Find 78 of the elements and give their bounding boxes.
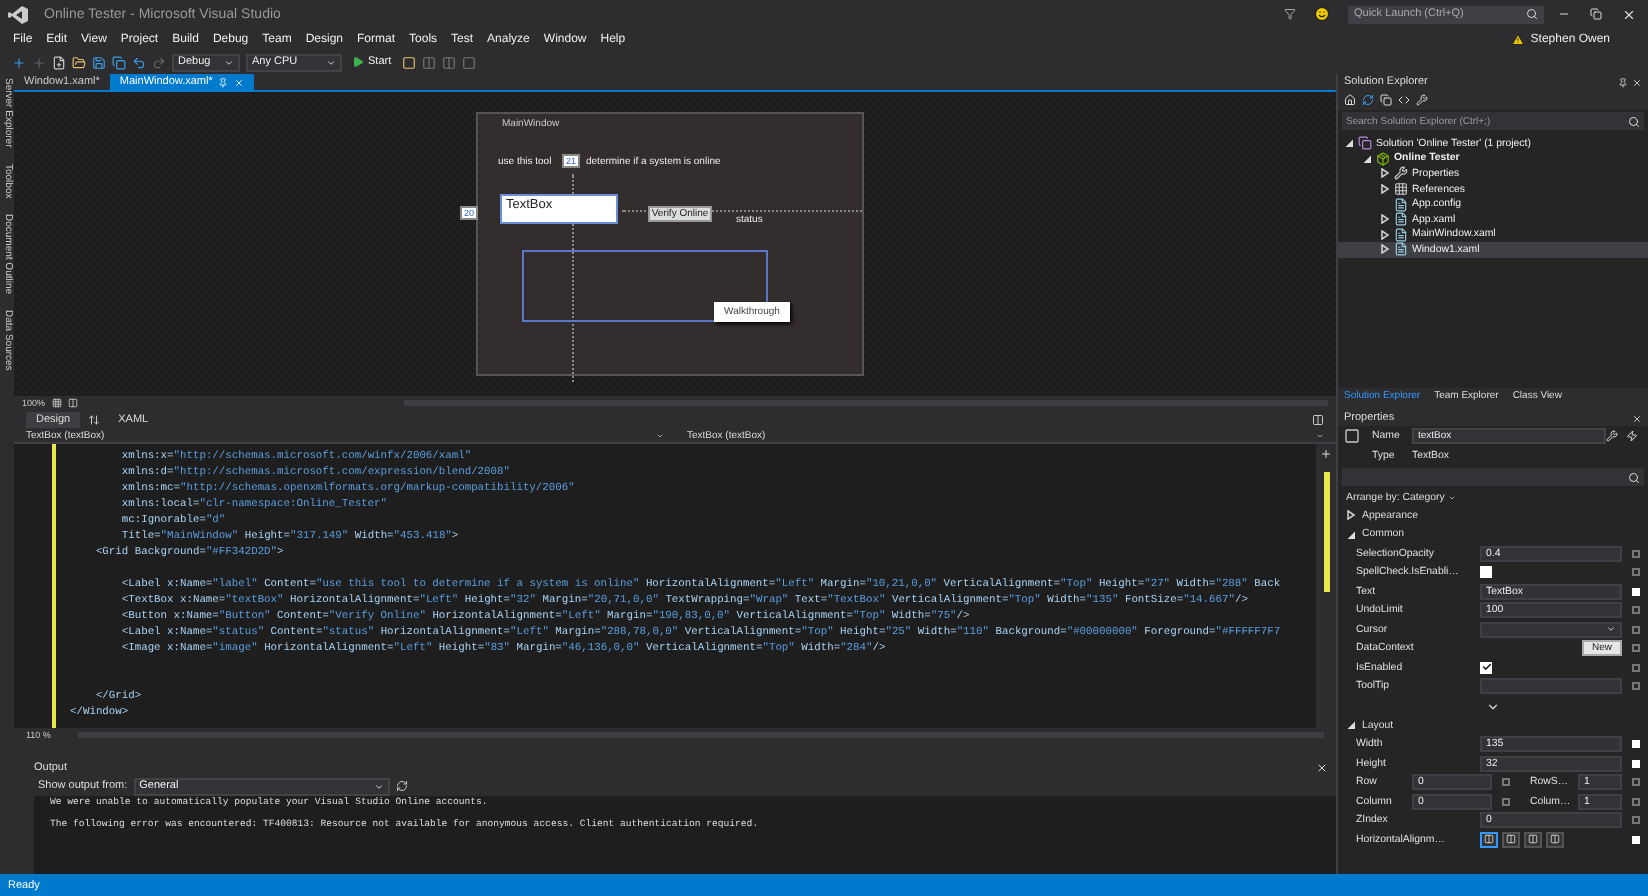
collapsed-arrow-icon[interactable] <box>1380 168 1390 179</box>
add-icon[interactable] <box>1320 448 1332 460</box>
copy-icon[interactable] <box>1380 94 1392 106</box>
pin-icon[interactable] <box>1618 77 1628 87</box>
save-icon[interactable] <box>92 55 106 69</box>
new-file-icon[interactable] <box>52 55 66 69</box>
caret-icon[interactable] <box>224 57 234 67</box>
textbox-icon[interactable] <box>1344 428 1360 444</box>
value-marker[interactable] <box>1632 663 1640 672</box>
collapsed-arrow-icon[interactable] <box>1346 510 1356 521</box>
events-icon[interactable] <box>1626 430 1638 442</box>
expanded-arrow-icon[interactable] <box>1362 153 1372 164</box>
file-icon[interactable] <box>1394 212 1408 227</box>
value-marker[interactable] <box>1632 549 1640 558</box>
scrollbar[interactable] <box>1323 472 1329 592</box>
solution-icon[interactable] <box>1358 136 1372 151</box>
value-marker[interactable] <box>1632 606 1640 615</box>
value-marker[interactable] <box>1502 797 1510 806</box>
alignment-button[interactable] <box>1546 831 1564 848</box>
align-center-icon[interactable] <box>441 55 456 69</box>
home-icon[interactable] <box>1344 94 1356 106</box>
expanded-arrow-icon[interactable] <box>1346 720 1356 731</box>
collapsed-arrow-icon[interactable] <box>1380 229 1390 240</box>
play-icon[interactable] <box>352 56 364 68</box>
checkbox[interactable] <box>1480 566 1492 579</box>
file-icon[interactable] <box>1394 197 1408 212</box>
collapsed-arrow-icon[interactable] <box>1380 214 1390 225</box>
value-marker[interactable] <box>1632 644 1640 653</box>
checkbox[interactable] <box>1480 661 1492 674</box>
project-icon[interactable] <box>1376 151 1390 166</box>
grid-icon[interactable] <box>51 398 62 408</box>
undo-icon[interactable] <box>132 55 146 69</box>
split-view-icon[interactable] <box>1312 413 1324 425</box>
open-folder-icon[interactable] <box>72 55 86 69</box>
close-icon[interactable] <box>1316 762 1328 774</box>
snap-icon[interactable] <box>67 398 78 408</box>
swap-icon[interactable] <box>88 413 101 425</box>
redo-icon[interactable] <box>152 55 166 69</box>
expanded-arrow-icon[interactable] <box>1344 138 1354 149</box>
clear-icon[interactable] <box>395 780 408 792</box>
filter-icon[interactable] <box>1284 8 1296 20</box>
smiley-icon[interactable] <box>1314 6 1330 22</box>
wrench-icon[interactable] <box>1606 430 1618 442</box>
value-marker[interactable] <box>1632 778 1640 787</box>
code-icon[interactable] <box>1398 94 1410 106</box>
value-marker[interactable] <box>1632 816 1640 825</box>
alignment-button[interactable] <box>1480 831 1498 848</box>
property-field[interactable] <box>1480 678 1622 695</box>
close-icon[interactable] <box>1621 7 1635 21</box>
collapsed-arrow-icon[interactable] <box>1380 244 1390 255</box>
wrench-icon[interactable] <box>1394 166 1408 181</box>
caret-icon[interactable] <box>326 57 336 67</box>
expanded-arrow-icon[interactable] <box>1346 529 1356 540</box>
collapsed-arrow-icon[interactable] <box>1380 184 1390 195</box>
align-left-icon[interactable] <box>421 55 436 69</box>
value-marker[interactable] <box>1632 625 1640 634</box>
restore-button[interactable] <box>1584 4 1608 24</box>
search-icon[interactable] <box>1628 471 1640 483</box>
search-icon[interactable] <box>1526 8 1538 20</box>
warning-icon[interactable] <box>1512 33 1525 45</box>
alignment-button[interactable] <box>1502 831 1520 848</box>
references-icon[interactable] <box>1394 182 1408 197</box>
caret-icon[interactable] <box>1606 624 1616 635</box>
search-icon[interactable] <box>1628 115 1640 127</box>
file-icon[interactable] <box>1394 242 1408 257</box>
caret-icon[interactable] <box>373 781 384 791</box>
restore-icon[interactable] <box>1590 8 1602 20</box>
wrench-icon[interactable] <box>1416 94 1428 106</box>
value-marker[interactable] <box>1632 797 1640 806</box>
alignment-button[interactable] <box>1524 831 1542 848</box>
file-icon[interactable] <box>1394 227 1408 242</box>
value-marker[interactable] <box>1502 778 1510 787</box>
sync-icon[interactable] <box>1362 94 1374 106</box>
chevron-down-icon[interactable] <box>1486 699 1500 713</box>
logo-icon <box>8 5 28 23</box>
value-marker[interactable] <box>1632 568 1640 577</box>
value-marker[interactable] <box>1632 682 1640 691</box>
minimize-icon[interactable] <box>1558 8 1570 20</box>
